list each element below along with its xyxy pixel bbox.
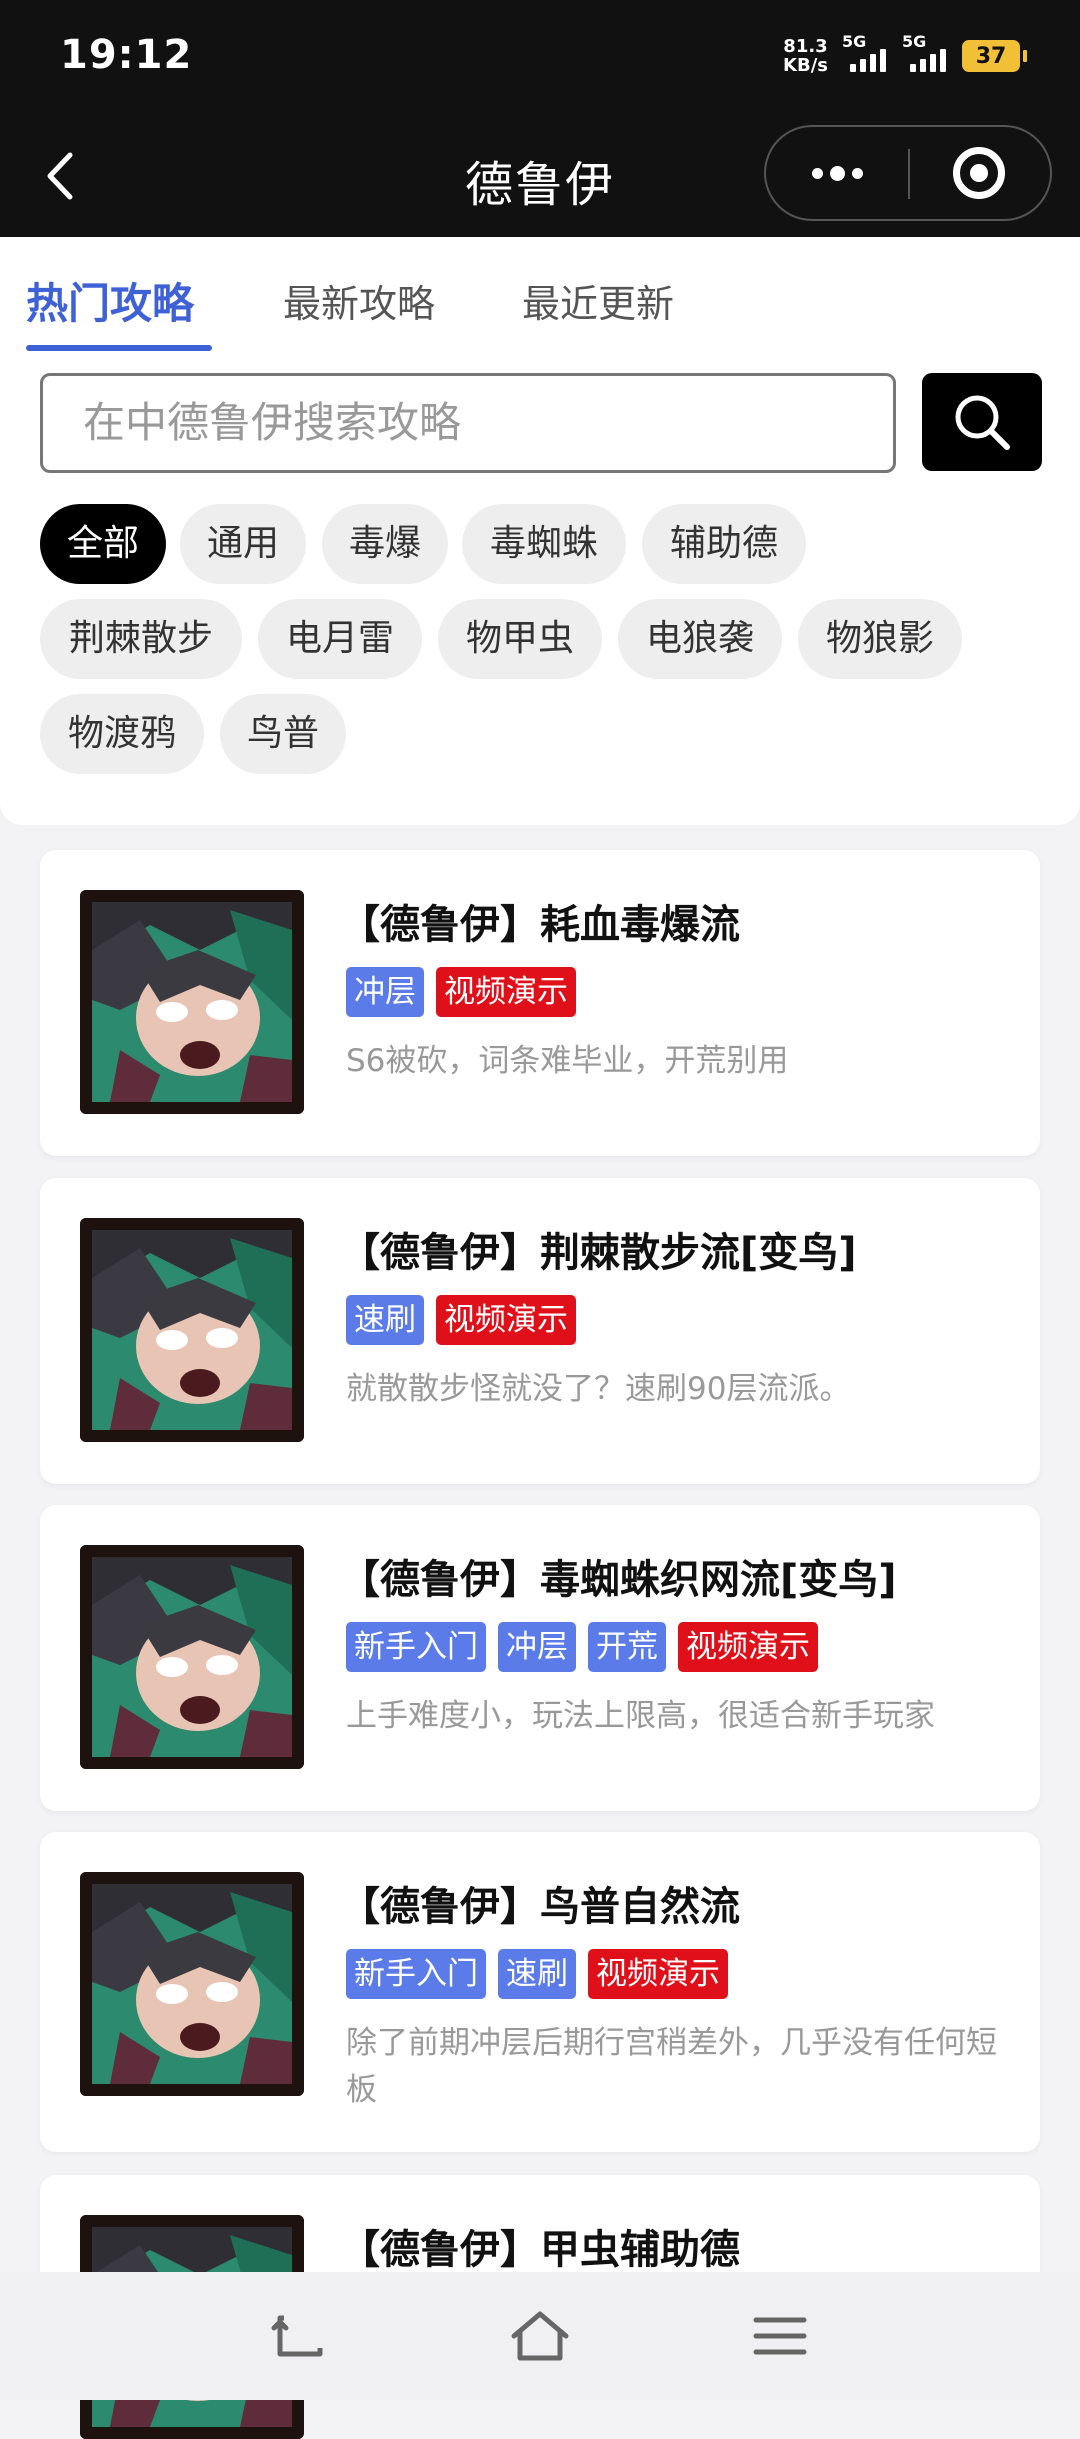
tab-recent-updates[interactable]: 最近更新	[522, 273, 674, 328]
guide-tags: 速刷 视频演示	[346, 1295, 576, 1345]
filter-chip[interactable]: 物狼影	[798, 599, 962, 679]
guide-description: 就散散步怪就没了？速刷90层流派。	[346, 1371, 851, 1407]
filter-chip[interactable]: 通用	[180, 504, 306, 584]
guide-tags: 新手入门 冲层 开荒 视频演示	[346, 1622, 818, 1672]
network-speed: 81.3 KB/s	[783, 37, 828, 75]
search-icon	[955, 395, 1010, 450]
guide-tags: 新手入门 速刷 视频演示	[346, 1949, 728, 1999]
druid-avatar	[80, 890, 304, 1114]
tab-bar: 热门攻略 最新攻略 最近更新	[0, 237, 1080, 353]
search-input[interactable]: 在中德鲁伊搜索攻略	[40, 373, 896, 473]
system-nav-bar	[0, 2272, 1080, 2400]
tag-badge: 开荒	[588, 1622, 666, 1672]
status-bar: 19:12 81.3 KB/s 5G 5G 37	[0, 0, 1080, 115]
druid-avatar	[80, 1872, 304, 2096]
battery-icon: 37	[962, 40, 1027, 72]
guide-title: 【德鲁伊】荆棘散步流[变鸟]	[340, 1230, 857, 1276]
guide-card[interactable]: 【德鲁伊】耗血毒爆流 冲层 视频演示 S6被砍，词条难毕业，开荒别用	[40, 850, 1040, 1156]
filter-chip[interactable]: 电月雷	[258, 599, 422, 679]
filter-chip[interactable]: 荆棘散步	[40, 599, 242, 679]
back-icon[interactable]	[270, 2308, 330, 2364]
druid-avatar	[80, 1545, 304, 1769]
filter-chip[interactable]: 辅助德	[642, 504, 806, 584]
top-panel: 热门攻略 最新攻略 最近更新 在中德鲁伊搜索攻略 全部 通用 毒爆 毒蜘蛛 辅助…	[0, 237, 1080, 825]
title-bar: 德鲁伊	[0, 115, 1080, 237]
filter-chip[interactable]: 毒爆	[322, 504, 448, 584]
active-tab-indicator	[26, 345, 212, 351]
filter-chip[interactable]: 电狼袭	[618, 599, 782, 679]
tag-badge: 新手入门	[346, 1949, 486, 1999]
guide-card[interactable]: 【德鲁伊】毒蜘蛛织网流[变鸟] 新手入门 冲层 开荒 视频演示 上手难度小，玩法…	[40, 1505, 1040, 1811]
status-icons: 81.3 KB/s 5G 5G 37	[783, 32, 1027, 78]
filter-chip[interactable]: 鸟普	[220, 694, 346, 774]
tag-badge: 冲层	[346, 967, 424, 1017]
target-close-icon[interactable]	[908, 127, 1050, 219]
tag-badge: 新手入门	[346, 1622, 486, 1672]
tag-badge: 冲层	[498, 1622, 576, 1672]
tag-badge: 视频演示	[588, 1949, 728, 1999]
guide-title: 【德鲁伊】毒蜘蛛织网流[变鸟]	[340, 1557, 897, 1603]
tag-badge: 视频演示	[678, 1622, 818, 1672]
guide-card[interactable]: 【德鲁伊】荆棘散步流[变鸟] 速刷 视频演示 就散散步怪就没了？速刷90层流派。	[40, 1178, 1040, 1484]
tab-hot-guides[interactable]: 热门攻略	[26, 270, 194, 331]
filter-chip-all[interactable]: 全部	[40, 504, 166, 584]
guide-description: S6被砍，词条难毕业，开荒别用	[346, 1043, 789, 1079]
filter-chip[interactable]: 毒蜘蛛	[462, 504, 626, 584]
battery-level: 37	[975, 43, 1007, 69]
guide-title: 【德鲁伊】鸟普自然流	[340, 1884, 740, 1930]
tag-badge: 速刷	[498, 1949, 576, 1999]
guide-card[interactable]: 【德鲁伊】鸟普自然流 新手入门 速刷 视频演示 除了前期冲层后期行宫稍差外，几乎…	[40, 1832, 1040, 2152]
network-speed-value: 81.3	[783, 36, 828, 57]
mini-program-capsule	[764, 125, 1052, 221]
tab-latest-guides[interactable]: 最新攻略	[283, 273, 435, 328]
tag-badge: 视频演示	[436, 967, 576, 1017]
druid-avatar	[80, 1218, 304, 1442]
guide-tags: 冲层 视频演示	[346, 967, 576, 1017]
search-button[interactable]	[922, 373, 1042, 471]
filter-chip[interactable]: 物渡鸦	[40, 694, 204, 774]
guide-title: 【德鲁伊】耗血毒爆流	[340, 902, 740, 948]
guide-description: 上手难度小，玩法上限高，很适合新手玩家	[346, 1698, 935, 1734]
home-icon[interactable]	[510, 2308, 570, 2364]
guide-title: 【德鲁伊】甲虫辅助德	[340, 2227, 740, 2273]
signal-icon-sim2: 5G	[902, 32, 948, 76]
network-speed-unit: KB/s	[783, 55, 828, 76]
more-dots-icon[interactable]	[766, 127, 908, 219]
guide-description: 除了前期冲层后期行宫稍差外，几乎没有任何短板	[346, 2025, 997, 2108]
filter-chip[interactable]: 物甲虫	[438, 599, 602, 679]
tag-badge: 视频演示	[436, 1295, 576, 1345]
status-time: 19:12	[60, 32, 193, 78]
menu-icon[interactable]	[750, 2308, 810, 2364]
signal-icon-sim1: 5G	[842, 32, 888, 76]
tag-badge: 速刷	[346, 1295, 424, 1345]
